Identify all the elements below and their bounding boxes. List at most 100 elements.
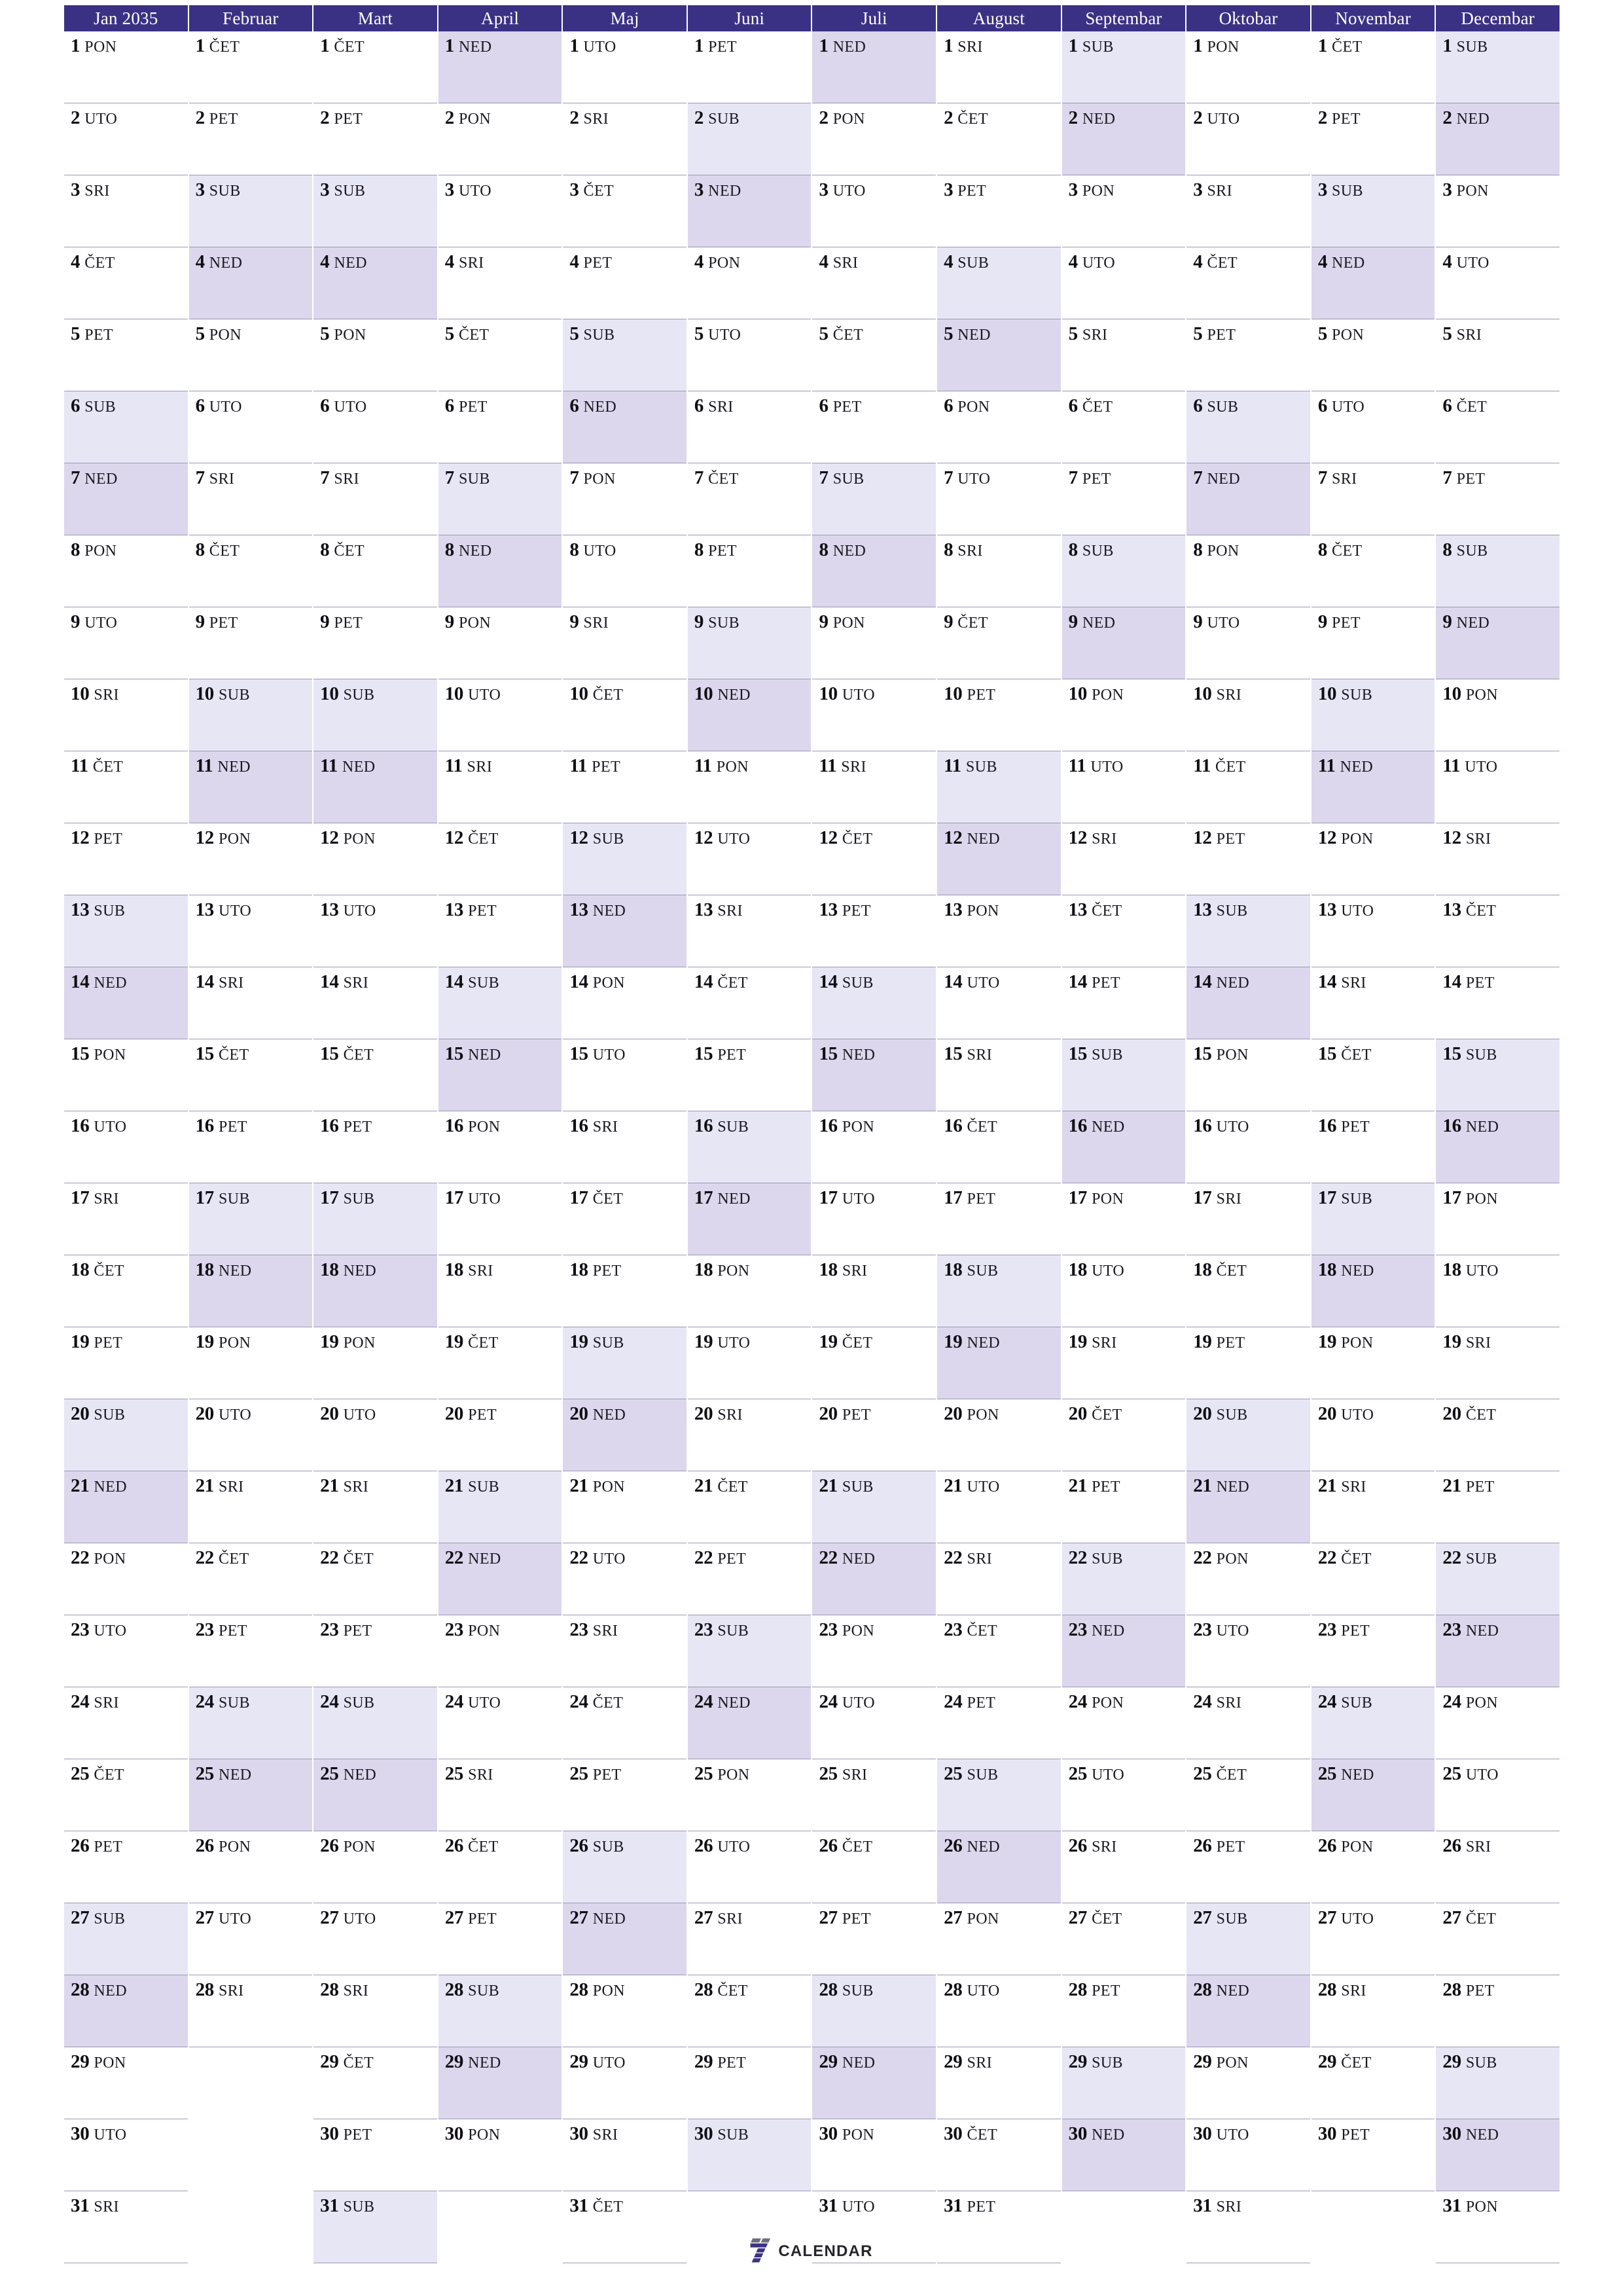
- day-cell[interactable]: 16 PON: [812, 1111, 936, 1183]
- day-cell[interactable]: 16 NED: [1061, 1111, 1186, 1183]
- day-cell[interactable]: 1 PET: [687, 31, 812, 103]
- day-cell[interactable]: 3 PET: [937, 175, 1061, 247]
- day-cell[interactable]: 22 SRI: [937, 1543, 1061, 1615]
- day-cell[interactable]: 4 ČET: [1186, 247, 1310, 319]
- day-cell[interactable]: 27 UTO: [313, 1903, 437, 1975]
- day-cell[interactable]: 22 SUB: [1436, 1543, 1560, 1615]
- day-cell[interactable]: 10 SUB: [1311, 679, 1435, 751]
- day-cell[interactable]: 9 SRI: [563, 607, 687, 679]
- day-cell[interactable]: 11 ČET: [1186, 751, 1310, 823]
- day-cell[interactable]: 14 SRI: [188, 967, 313, 1039]
- day-cell[interactable]: 13 ČET: [1436, 895, 1560, 967]
- day-cell[interactable]: 13 PET: [438, 895, 562, 967]
- day-cell[interactable]: 25 UTO: [1436, 1759, 1560, 1831]
- day-cell[interactable]: 14 UTO: [937, 967, 1061, 1039]
- day-cell[interactable]: 18 SUB: [937, 1255, 1061, 1327]
- day-cell[interactable]: 30 SRI: [563, 2119, 687, 2191]
- day-cell[interactable]: 4 UTO: [1061, 247, 1186, 319]
- day-cell[interactable]: 13 NED: [563, 895, 687, 967]
- day-cell[interactable]: 13 UTO: [313, 895, 437, 967]
- day-cell[interactable]: 23 PET: [313, 1615, 437, 1687]
- day-cell[interactable]: 28 PET: [1061, 1975, 1186, 2047]
- day-cell[interactable]: 28 SUB: [812, 1975, 936, 2047]
- day-cell[interactable]: 27 ČET: [1061, 1903, 1186, 1975]
- day-cell[interactable]: 2 UTO: [1186, 103, 1310, 175]
- day-cell[interactable]: 19 PON: [313, 1327, 437, 1399]
- day-cell[interactable]: 22 ČET: [313, 1543, 437, 1615]
- day-cell[interactable]: 21 SRI: [313, 1471, 437, 1543]
- day-cell[interactable]: 19 PON: [1311, 1327, 1435, 1399]
- day-cell[interactable]: 4 NED: [313, 247, 437, 319]
- day-cell[interactable]: 15 PET: [687, 1039, 812, 1111]
- day-cell[interactable]: 12 PON: [313, 823, 437, 895]
- day-cell[interactable]: 28 SUB: [438, 1975, 562, 2047]
- day-cell[interactable]: 1 ČET: [188, 31, 313, 103]
- day-cell[interactable]: 2 NED: [1436, 103, 1560, 175]
- day-cell[interactable]: 21 PET: [1436, 1471, 1560, 1543]
- day-cell[interactable]: 21 ČET: [687, 1471, 812, 1543]
- day-cell[interactable]: 30 SUB: [687, 2119, 812, 2191]
- day-cell[interactable]: 8 SUB: [1436, 535, 1560, 607]
- day-cell[interactable]: 4 NED: [1311, 247, 1435, 319]
- day-cell[interactable]: 3 PON: [1061, 175, 1186, 247]
- day-cell[interactable]: 23 PET: [188, 1615, 313, 1687]
- day-cell[interactable]: 11 PET: [563, 751, 687, 823]
- day-cell[interactable]: 14 PON: [563, 967, 687, 1039]
- day-cell[interactable]: 16 ČET: [937, 1111, 1061, 1183]
- day-cell[interactable]: 5 ČET: [812, 319, 936, 391]
- day-cell[interactable]: 6 SUB: [64, 391, 188, 463]
- day-cell[interactable]: 5 UTO: [687, 319, 812, 391]
- day-cell[interactable]: 20 PET: [812, 1399, 936, 1471]
- day-cell[interactable]: 25 ČET: [1186, 1759, 1310, 1831]
- day-cell[interactable]: 16 SUB: [687, 1111, 812, 1183]
- day-cell[interactable]: 16 PET: [313, 1111, 437, 1183]
- day-cell[interactable]: 1 PON: [1186, 31, 1310, 103]
- day-cell[interactable]: 23 PON: [812, 1615, 936, 1687]
- day-cell[interactable]: 28 SRI: [313, 1975, 437, 2047]
- day-cell[interactable]: 31 PET: [937, 2191, 1061, 2263]
- day-cell[interactable]: 1 SRI: [937, 31, 1061, 103]
- day-cell[interactable]: 21 SRI: [188, 1471, 313, 1543]
- day-cell[interactable]: 7 SUB: [812, 463, 936, 535]
- day-cell[interactable]: 24 SUB: [1311, 1687, 1435, 1759]
- day-cell[interactable]: 21 PON: [563, 1471, 687, 1543]
- day-cell[interactable]: 30 PET: [1311, 2119, 1435, 2191]
- day-cell[interactable]: 12 SRI: [1061, 823, 1186, 895]
- day-cell[interactable]: 5 NED: [937, 319, 1061, 391]
- day-cell[interactable]: 27 SRI: [687, 1903, 812, 1975]
- day-cell[interactable]: 19 UTO: [687, 1327, 812, 1399]
- day-cell[interactable]: 6 SUB: [1186, 391, 1310, 463]
- day-cell[interactable]: 6 UTO: [188, 391, 313, 463]
- day-cell[interactable]: 30 PET: [313, 2119, 437, 2191]
- day-cell[interactable]: 11 ČET: [64, 751, 188, 823]
- day-cell[interactable]: 11 NED: [313, 751, 437, 823]
- day-cell[interactable]: 20 SUB: [64, 1399, 188, 1471]
- day-cell[interactable]: 7 PET: [1436, 463, 1560, 535]
- day-cell[interactable]: 3 SRI: [1186, 175, 1310, 247]
- day-cell[interactable]: 14 SRI: [1311, 967, 1435, 1039]
- day-cell[interactable]: 9 PET: [313, 607, 437, 679]
- day-cell[interactable]: 2 PON: [438, 103, 562, 175]
- day-cell[interactable]: 30 PON: [438, 2119, 562, 2191]
- day-cell[interactable]: 11 SRI: [812, 751, 936, 823]
- day-cell[interactable]: 4 ČET: [64, 247, 188, 319]
- day-cell[interactable]: 17 PET: [937, 1183, 1061, 1255]
- day-cell[interactable]: 31 SRI: [64, 2191, 188, 2263]
- day-cell[interactable]: 31 SUB: [313, 2191, 437, 2263]
- day-cell[interactable]: 10 ČET: [563, 679, 687, 751]
- day-cell[interactable]: 13 SRI: [687, 895, 812, 967]
- day-cell[interactable]: 22 ČET: [188, 1543, 313, 1615]
- day-cell[interactable]: 28 UTO: [937, 1975, 1061, 2047]
- day-cell[interactable]: 21 NED: [64, 1471, 188, 1543]
- day-cell[interactable]: 17 SUB: [313, 1183, 437, 1255]
- day-cell[interactable]: 26 SRI: [1436, 1831, 1560, 1903]
- day-cell[interactable]: 24 SRI: [64, 1687, 188, 1759]
- day-cell[interactable]: 14 NED: [1186, 967, 1310, 1039]
- day-cell[interactable]: 12 PET: [1186, 823, 1310, 895]
- day-cell[interactable]: 28 PON: [563, 1975, 687, 2047]
- day-cell[interactable]: 10 PON: [1436, 679, 1560, 751]
- day-cell[interactable]: 16 NED: [1436, 1111, 1560, 1183]
- day-cell[interactable]: 23 PON: [438, 1615, 562, 1687]
- day-cell[interactable]: 17 ČET: [563, 1183, 687, 1255]
- day-cell[interactable]: 10 SRI: [64, 679, 188, 751]
